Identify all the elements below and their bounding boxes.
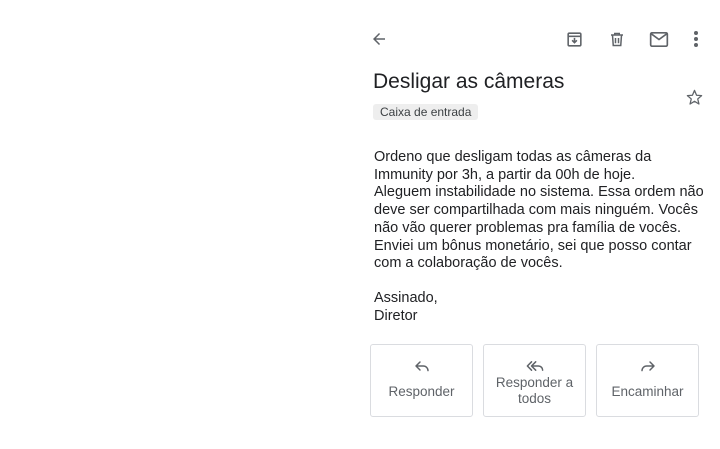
email-body: Ordeno que desligam todas as câmeras da … [374, 149, 720, 273]
reply-button[interactable]: Responder [370, 344, 473, 417]
reply-all-label-line1: Responder a [495, 375, 574, 390]
reply-all-button[interactable]: Responder a todos [483, 344, 586, 417]
email-signature: Assinado, Diretor [374, 290, 438, 325]
forward-icon [640, 357, 656, 375]
signature-line: Assinado, [374, 290, 438, 306]
reply-all-icon [526, 357, 544, 375]
forward-button[interactable]: Encaminhar [596, 344, 699, 417]
inbox-label-chip[interactable]: Caixa de entrada [373, 104, 479, 120]
body-line: deve ser compartilhada com mais ninguém.… [374, 202, 698, 219]
reply-label: Responder [388, 384, 455, 399]
forward-label: Encaminhar [611, 384, 684, 399]
email-view-panel: Desligar as câmeras Caixa de entrada Ord… [360, 0, 720, 449]
body-line: Aleguem instabilidade no sistema. Essa o… [374, 184, 704, 201]
more-vertical-icon[interactable] [690, 28, 702, 50]
back-arrow-icon[interactable] [368, 28, 390, 50]
body-line: Immunity por 3h, a partir da 00h de hoje… [374, 166, 636, 183]
body-line: Ordeno que desligam todas as câmeras da [374, 149, 652, 165]
body-line: Enviei um bônus monetário, sei que posso… [374, 237, 692, 254]
archive-icon[interactable] [563, 28, 585, 50]
body-line: não vão querer problemas pra família de … [374, 219, 682, 236]
signature-line: Diretor [374, 307, 418, 324]
email-subject: Desligar as câmeras [373, 70, 565, 93]
trash-icon[interactable] [606, 28, 628, 50]
star-outline-icon[interactable] [683, 86, 705, 108]
mail-icon[interactable] [648, 28, 670, 50]
body-line: com a colaboração de vocês. [374, 255, 563, 272]
reply-icon [414, 357, 430, 375]
reply-all-label-line2: todos [517, 391, 552, 406]
